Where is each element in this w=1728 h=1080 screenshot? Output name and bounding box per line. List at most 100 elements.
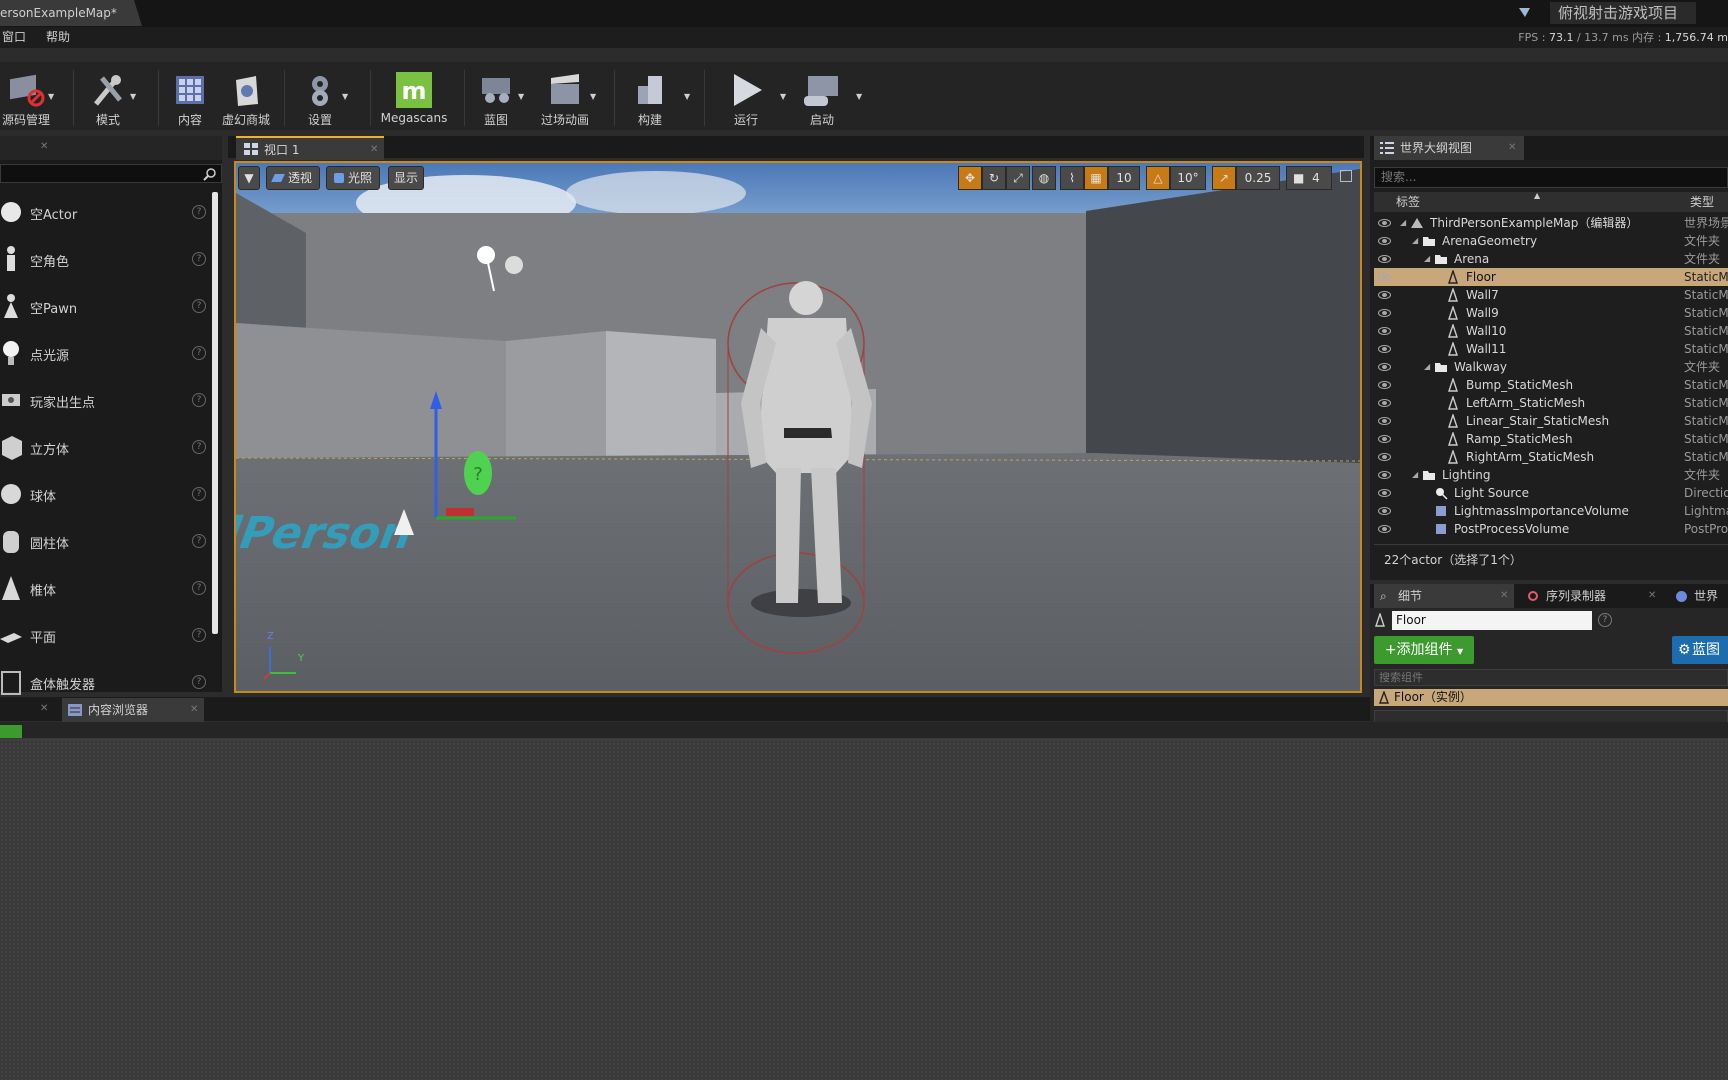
eye-icon[interactable] xyxy=(1378,435,1391,443)
eye-icon[interactable] xyxy=(1378,345,1391,353)
launch-button[interactable]: 启动 ▼ xyxy=(796,64,862,130)
close-icon[interactable]: ✕ xyxy=(370,138,378,162)
outliner-row[interactable]: RightArm_StaticMesh StaticMe xyxy=(1374,448,1728,466)
eye-icon[interactable] xyxy=(1378,525,1391,533)
help-icon[interactable]: ? xyxy=(192,299,206,313)
eye-icon[interactable] xyxy=(1378,453,1391,461)
help-icon[interactable]: ? xyxy=(192,581,206,595)
camera-speed-button[interactable]: ■ 4 xyxy=(1286,166,1332,190)
help-icon[interactable]: ? xyxy=(192,252,206,266)
eye-icon[interactable] xyxy=(1378,471,1391,479)
outliner-row[interactable]: LightmassImportanceVolume Lightma xyxy=(1374,502,1728,520)
perspective-button[interactable]: 透视 xyxy=(266,166,320,190)
grid-snap-value[interactable]: 10 xyxy=(1108,166,1140,190)
place-item[interactable]: 椎体? xyxy=(0,564,212,611)
chevron-down-icon[interactable]: ▼ xyxy=(130,92,136,101)
outliner-row[interactable]: Wall7 StaticMe xyxy=(1374,286,1728,304)
rotate-tool-button[interactable]: ↻ xyxy=(982,166,1006,190)
close-icon[interactable]: ✕ xyxy=(40,141,48,152)
place-item[interactable]: 平面? xyxy=(0,611,212,658)
source-control-button[interactable]: 源码管理 ▼ xyxy=(0,64,54,130)
type-column-header[interactable]: 类型 xyxy=(1690,192,1714,212)
grid-snap-toggle[interactable]: ▦ xyxy=(1084,166,1108,190)
chevron-down-icon[interactable]: ▼ xyxy=(518,92,524,101)
content-browser-tab[interactable]: 内容浏览器 ✕ xyxy=(62,698,204,722)
rotation-snap-toggle[interactable]: △ xyxy=(1146,166,1170,190)
blueprint-button[interactable]: ⚙ 蓝图 xyxy=(1672,636,1728,664)
expand-arrow-icon[interactable]: ◢ xyxy=(1412,232,1418,250)
eye-icon[interactable] xyxy=(1378,399,1391,407)
outliner-row[interactable]: PostProcessVolume PostPro xyxy=(1374,520,1728,538)
scale-tool-button[interactable]: ⤢ xyxy=(1006,166,1030,190)
viewport-tab[interactable]: 视口 1 ✕ xyxy=(236,136,384,160)
help-icon[interactable]: ? xyxy=(192,440,206,454)
outliner-row[interactable]: Ramp_StaticMesh StaticMe xyxy=(1374,430,1728,448)
content-button[interactable]: 内容 xyxy=(166,64,214,130)
outliner-row[interactable]: Wall11 StaticMe xyxy=(1374,340,1728,358)
outliner-row[interactable]: Wall10 StaticMe xyxy=(1374,322,1728,340)
eye-icon[interactable] xyxy=(1378,507,1391,515)
show-button[interactable]: 显示 xyxy=(388,166,424,190)
rotation-snap-value[interactable]: 10° xyxy=(1170,166,1206,190)
close-icon[interactable]: ✕ xyxy=(1648,584,1656,608)
outliner-row[interactable]: Floor StaticMe xyxy=(1374,268,1728,286)
add-new-button[interactable] xyxy=(0,725,22,738)
expand-arrow-icon[interactable]: ◢ xyxy=(1412,466,1418,484)
place-item[interactable]: 立方体? xyxy=(0,423,212,470)
component-instance-row[interactable]: Floor（实例） xyxy=(1374,689,1728,706)
surface-snap-button[interactable]: ⌇ xyxy=(1060,166,1084,190)
place-item[interactable]: 空Pawn? xyxy=(0,282,212,329)
modes-button[interactable]: 模式 ▼ xyxy=(82,64,136,130)
eye-icon[interactable] xyxy=(1378,273,1391,281)
chevron-down-icon[interactable]: ▼ xyxy=(342,92,348,101)
outliner-row[interactable]: ◢ ThirdPersonExampleMap（编辑器） 世界场景 xyxy=(1374,214,1728,232)
expand-arrow-icon[interactable]: ◢ xyxy=(1424,358,1430,376)
menu-help[interactable]: 帮助 xyxy=(46,27,70,48)
help-icon[interactable]: ? xyxy=(192,675,206,689)
level-viewport[interactable]: ThirdPerson ? Z Y xyxy=(234,161,1362,693)
chevron-down-icon[interactable]: ▼ xyxy=(590,92,596,101)
chevron-down-icon[interactable]: ▼ xyxy=(684,92,690,101)
place-item[interactable]: 点光源? xyxy=(0,329,212,376)
outliner-row[interactable]: ◢ Arena 文件夹 xyxy=(1374,250,1728,268)
document-tab[interactable]: ersonExampleMap* xyxy=(0,0,142,26)
eye-icon[interactable] xyxy=(1378,309,1391,317)
outliner-row[interactable]: LeftArm_StaticMesh StaticMe xyxy=(1374,394,1728,412)
eye-icon[interactable] xyxy=(1378,291,1391,299)
marketplace-button[interactable]: 虚幻商城 xyxy=(218,64,274,130)
place-item[interactable]: 圆柱体? xyxy=(0,517,212,564)
place-search-input[interactable] xyxy=(0,164,222,183)
build-button[interactable]: 构建 ▼ xyxy=(624,64,690,130)
eye-icon[interactable] xyxy=(1378,327,1391,335)
help-icon[interactable]: ? xyxy=(192,346,206,360)
settings-button[interactable]: 设置 ▼ xyxy=(294,64,348,130)
component-search-input[interactable]: 搜索组件 xyxy=(1374,669,1728,686)
help-icon[interactable]: ? xyxy=(192,628,206,642)
eye-icon[interactable] xyxy=(1378,417,1391,425)
sequence-recorder-tab[interactable]: 序列录制器 ✕ xyxy=(1522,584,1662,608)
help-icon[interactable]: ? xyxy=(192,393,206,407)
outliner-row[interactable]: ◢ ArenaGeometry 文件夹 xyxy=(1374,232,1728,250)
eye-icon[interactable] xyxy=(1378,381,1391,389)
viewport-options-button[interactable]: ▼ xyxy=(238,166,260,190)
place-item[interactable]: 球体? xyxy=(0,470,212,517)
eye-icon[interactable] xyxy=(1378,255,1391,263)
outliner-tab[interactable]: 世界大纲视图 ✕ xyxy=(1374,136,1524,160)
outliner-row[interactable]: ◢ Walkway 文件夹 xyxy=(1374,358,1728,376)
world-settings-tab[interactable]: 世界场 xyxy=(1670,584,1728,608)
place-item[interactable]: 空角色? xyxy=(0,235,212,282)
eye-icon[interactable] xyxy=(1378,237,1391,245)
close-icon[interactable]: ✕ xyxy=(1508,136,1516,160)
place-item[interactable]: 玩家出生点? xyxy=(0,376,212,423)
menu-window[interactable]: 窗口 xyxy=(2,27,26,48)
eye-icon[interactable] xyxy=(1378,363,1391,371)
close-icon[interactable]: ✕ xyxy=(40,703,48,714)
label-column-header[interactable]: 标签 xyxy=(1396,192,1420,212)
outliner-search-input[interactable]: 搜索... xyxy=(1374,167,1728,188)
cinematics-button[interactable]: 过场动画 ▼ xyxy=(534,64,596,130)
outliner-row[interactable]: ◢ Lighting 文件夹 xyxy=(1374,466,1728,484)
maximize-viewport-icon[interactable] xyxy=(1340,170,1352,182)
lit-button[interactable]: 光照 xyxy=(326,166,380,190)
actor-name-field[interactable]: Floor xyxy=(1392,611,1592,630)
place-item[interactable]: 空Actor? xyxy=(0,188,212,235)
